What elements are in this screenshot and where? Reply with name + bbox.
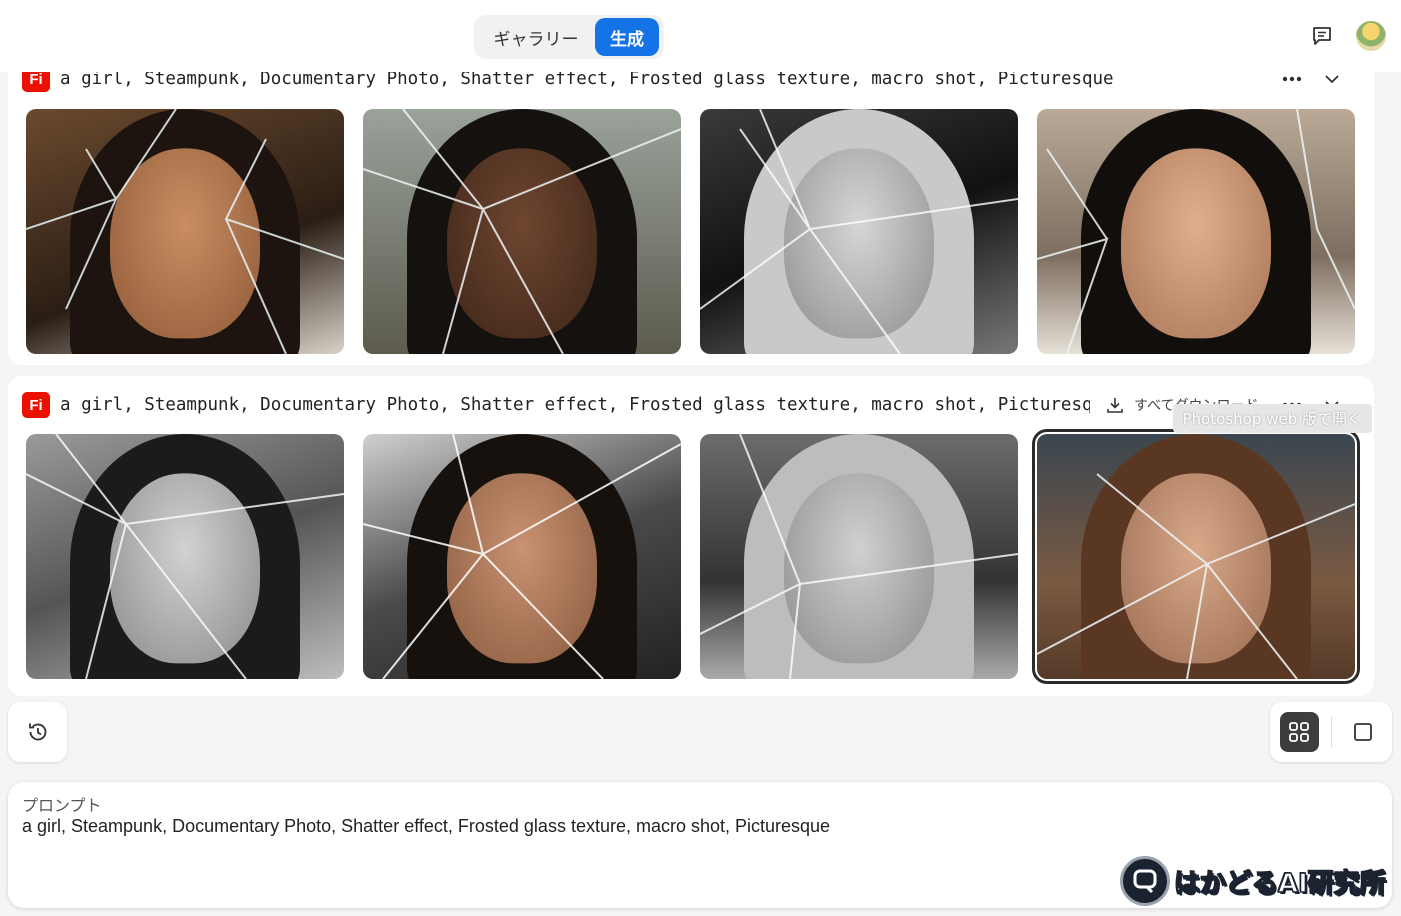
view-toggle xyxy=(1270,702,1392,762)
prompt-label: プロンプト xyxy=(22,796,102,815)
image-grid xyxy=(26,109,1355,354)
generation-card: Fi a girl, Steampunk, Documentary Photo,… xyxy=(8,50,1374,365)
download-icon xyxy=(1107,398,1123,413)
open-in-photoshop-tooltip: Photoshop web 版で開く xyxy=(1172,404,1372,433)
firefly-badge: Fi xyxy=(22,392,50,418)
generation-prompt: a girl, Steampunk, Documentary Photo, Sh… xyxy=(60,69,1114,89)
generation-prompt: a girl, Steampunk, Documentary Photo, Sh… xyxy=(60,395,1090,415)
divider xyxy=(1330,717,1332,747)
history-button[interactable] xyxy=(8,702,67,762)
watermark-logo-icon xyxy=(1120,856,1170,906)
generated-image[interactable] xyxy=(700,434,1018,679)
single-view-icon xyxy=(1353,723,1372,741)
generated-image[interactable] xyxy=(26,434,344,679)
avatar[interactable] xyxy=(1356,21,1386,51)
mode-switch: ギャラリー 生成 xyxy=(474,15,664,59)
generated-image[interactable] xyxy=(26,109,344,354)
single-view-button[interactable] xyxy=(1343,712,1382,752)
generation-header: Fi a girl, Steampunk, Documentary Photo,… xyxy=(22,392,1354,418)
generation-card: Fi a girl, Steampunk, Documentary Photo,… xyxy=(8,376,1374,696)
generated-image[interactable] xyxy=(363,434,681,679)
generated-image[interactable] xyxy=(700,109,1018,354)
generated-image[interactable] xyxy=(363,109,681,354)
prompt-input[interactable]: a girl, Steampunk, Documentary Photo, Sh… xyxy=(22,816,830,837)
watermark-text: はかどるAI研究所 xyxy=(1173,868,1386,900)
generated-image[interactable] xyxy=(1037,109,1355,354)
feedback-icon[interactable] xyxy=(1308,22,1336,50)
generated-image-selected[interactable] xyxy=(1032,429,1360,684)
tab-gallery[interactable]: ギャラリー xyxy=(477,18,595,56)
tab-generate[interactable]: 生成 xyxy=(595,18,659,56)
watermark: はかどるAI研究所 xyxy=(1120,852,1398,910)
top-bar: ギャラリー 生成 xyxy=(0,0,1401,72)
image-grid xyxy=(26,429,1360,684)
history-icon xyxy=(28,723,46,741)
grid-view-button[interactable] xyxy=(1280,712,1319,752)
grid-view-icon xyxy=(1289,722,1310,742)
